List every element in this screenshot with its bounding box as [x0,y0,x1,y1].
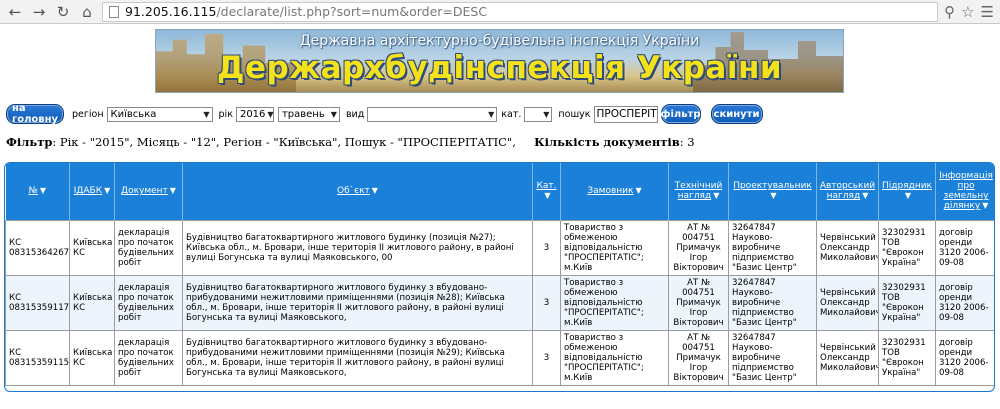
chevron-down-icon: ▼ [267,109,274,119]
cell-designer: 32647847 Науково-виробниче підприємство … [728,219,817,276]
col-header-idabk[interactable]: ІДАБК ▼ [69,163,115,220]
category-select[interactable]: ▼ [524,106,553,122]
cell-author-supervision: Червінський Олександр Миколайович [816,329,879,386]
banner-subtitle: Державна архітектурно-будівельна інспекц… [299,33,700,49]
chevron-down-icon: ▼ [488,109,495,119]
cell-tech-supervision: АТ № 004751 Примачук Ігор Вікторович [668,329,729,386]
cell-num: КС 083153591173 [5,274,70,331]
cell-category: 3 [532,329,561,386]
table-row: КС 083153591173 Київська КС декларація п… [5,274,994,331]
category-label: кат. [501,108,522,120]
filter-form: на головну регіон Київська ▼ рік 2016 ▼ тр… [6,103,994,125]
cell-category: 3 [532,219,561,276]
forward-icon[interactable]: → [30,3,48,21]
cell-tech-supervision: АТ № 004751 Примачук Ігор Вікторович [668,219,729,276]
page-icon [109,5,119,18]
cell-object: Будівництво багатоквартирного житлового … [182,219,533,276]
chevron-down-icon: ▼ [203,109,210,119]
col-header-num[interactable]: № ▼ [5,163,70,220]
table-row: КС 083153642677 Київська КС декларація п… [5,219,994,276]
search-input[interactable]: ПРОСПЕРІТА [593,105,658,123]
chevron-down-icon: ▼ [543,109,550,119]
back-icon[interactable]: ← [6,3,24,21]
cell-idabk: Київська КС [69,329,115,386]
reset-button[interactable]: скинути [710,104,763,124]
cell-num: КС 083153642677 [5,219,70,276]
zoom-icon[interactable]: ⚲ [944,3,955,21]
region-select[interactable]: Київська ▼ [106,106,213,122]
cell-designer: 32647847 Науково-виробниче підприємство … [728,274,817,331]
chevron-down-icon: ▼ [330,109,337,119]
col-header-contractor[interactable]: Підрядник▼ [878,163,936,220]
bookmark-star-icon[interactable]: ☆ [961,3,974,21]
year-label: рік [218,108,233,120]
month-select[interactable]: травень ▼ [277,106,340,122]
declarations-table: № ▼ ІДАБК ▼ Документ ▼ Об`єкт ▼ Кат.▼ Замовн… [4,162,995,392]
cell-author-supervision: Червінський Олександр Миколайович [816,219,879,276]
table-header-row: № ▼ ІДАБК ▼ Документ ▼ Об`єкт ▼ Кат.▼ Замовн… [5,163,994,220]
banner-title: Держархбудінспекція України [216,50,783,86]
cell-document: декларація про початок будівельних робіт [114,219,183,276]
filter-summary-label: Фільтр [6,135,53,149]
url-host: 91.205.16.115 [125,4,217,19]
address-bar[interactable]: 91.205.16.115/declarate/list.php?sort=nu… [102,1,939,22]
col-header-author-supervision[interactable]: Авторський нагляд ▼ [816,163,879,220]
cell-customer: Товариство з обмеженою відповідальністю … [560,274,669,331]
document-count-value: : 3 [679,135,695,149]
cell-land-info: договір оренди 3120 2006-09-08 [935,329,994,386]
cell-land-info: договір оренди 3120 2006-09-08 [935,274,994,331]
browser-toolbar: ← → ↻ ⌂ 91.205.16.115/declarate/list.php… [0,0,1000,24]
col-header-designer[interactable]: Проектувальник▼ [728,163,817,220]
cell-category: 3 [532,274,561,331]
cell-object: Будівництво багатоквартирного житлового … [182,274,533,331]
col-header-customer[interactable]: Замовник ▼ [560,163,669,220]
cell-tech-supervision: АТ № 004751 Примачук Ігор Вікторович [668,274,729,331]
cell-contractor: 32302931 ТОВ "Єврокон Україна" [878,219,936,276]
cell-customer: Товариство з обмеженою відповідальністю … [560,329,669,386]
reload-icon[interactable]: ↻ [54,3,72,21]
cell-document: декларація про початок будівельних робіт [114,329,183,386]
cell-author-supervision: Червінський Олександр Миколайович [816,274,879,331]
col-header-land-info[interactable]: Інформація про земельну ділянку ▼ [935,163,994,220]
cell-designer: 32647847 Науково-виробниче підприємство … [728,329,817,386]
home-button[interactable]: на головну [6,103,64,125]
cell-land-info: договір оренди 3120 2006-09-08 [935,219,994,276]
url-path: /declarate/list.php?sort=num&order=DESC [216,4,488,19]
year-select[interactable]: 2016 ▼ [235,106,274,122]
cell-object: Будівництво багатоквартирного житлового … [182,329,533,386]
cell-document: декларація про початок будівельних робіт [114,274,183,331]
table-row: КС 083153591157 Київська КС декларація п… [5,329,994,386]
filter-button[interactable]: фільтр [660,104,701,124]
filter-summary-text: : Рік - "2015", Місяць - "12", Регіон - … [52,135,516,149]
region-label: регіон [72,108,104,120]
menu-icon[interactable]: ☰ [981,3,994,21]
cell-contractor: 32302931 ТОВ "Єврокон Україна" [878,274,936,331]
site-banner: Державна архітектурно-будівельна інспекц… [155,29,844,93]
col-header-category[interactable]: Кат.▼ [532,163,561,220]
cell-idabk: Київська КС [69,274,115,331]
home-icon[interactable]: ⌂ [78,3,96,21]
search-label: пошук [558,108,591,120]
col-header-object[interactable]: Об`єкт ▼ [182,163,533,220]
document-count-label: Кількість документів [534,135,680,149]
cell-num: КС 083153591157 [5,329,70,386]
col-header-document[interactable]: Документ ▼ [114,163,183,220]
type-select[interactable]: ▼ [367,106,498,122]
filter-summary: Фільтр: Рік - "2015", Місяць - "12", Рег… [6,135,695,149]
cell-idabk: Київська КС [69,219,115,276]
cell-contractor: 32302931 ТОВ "Єврокон Україна" [878,329,936,386]
cell-customer: Товариство з обмеженою відповідальністю … [560,219,669,276]
col-header-tech-supervision[interactable]: Технічний нагляд ▼ [668,163,729,220]
type-label: вид [345,108,365,120]
